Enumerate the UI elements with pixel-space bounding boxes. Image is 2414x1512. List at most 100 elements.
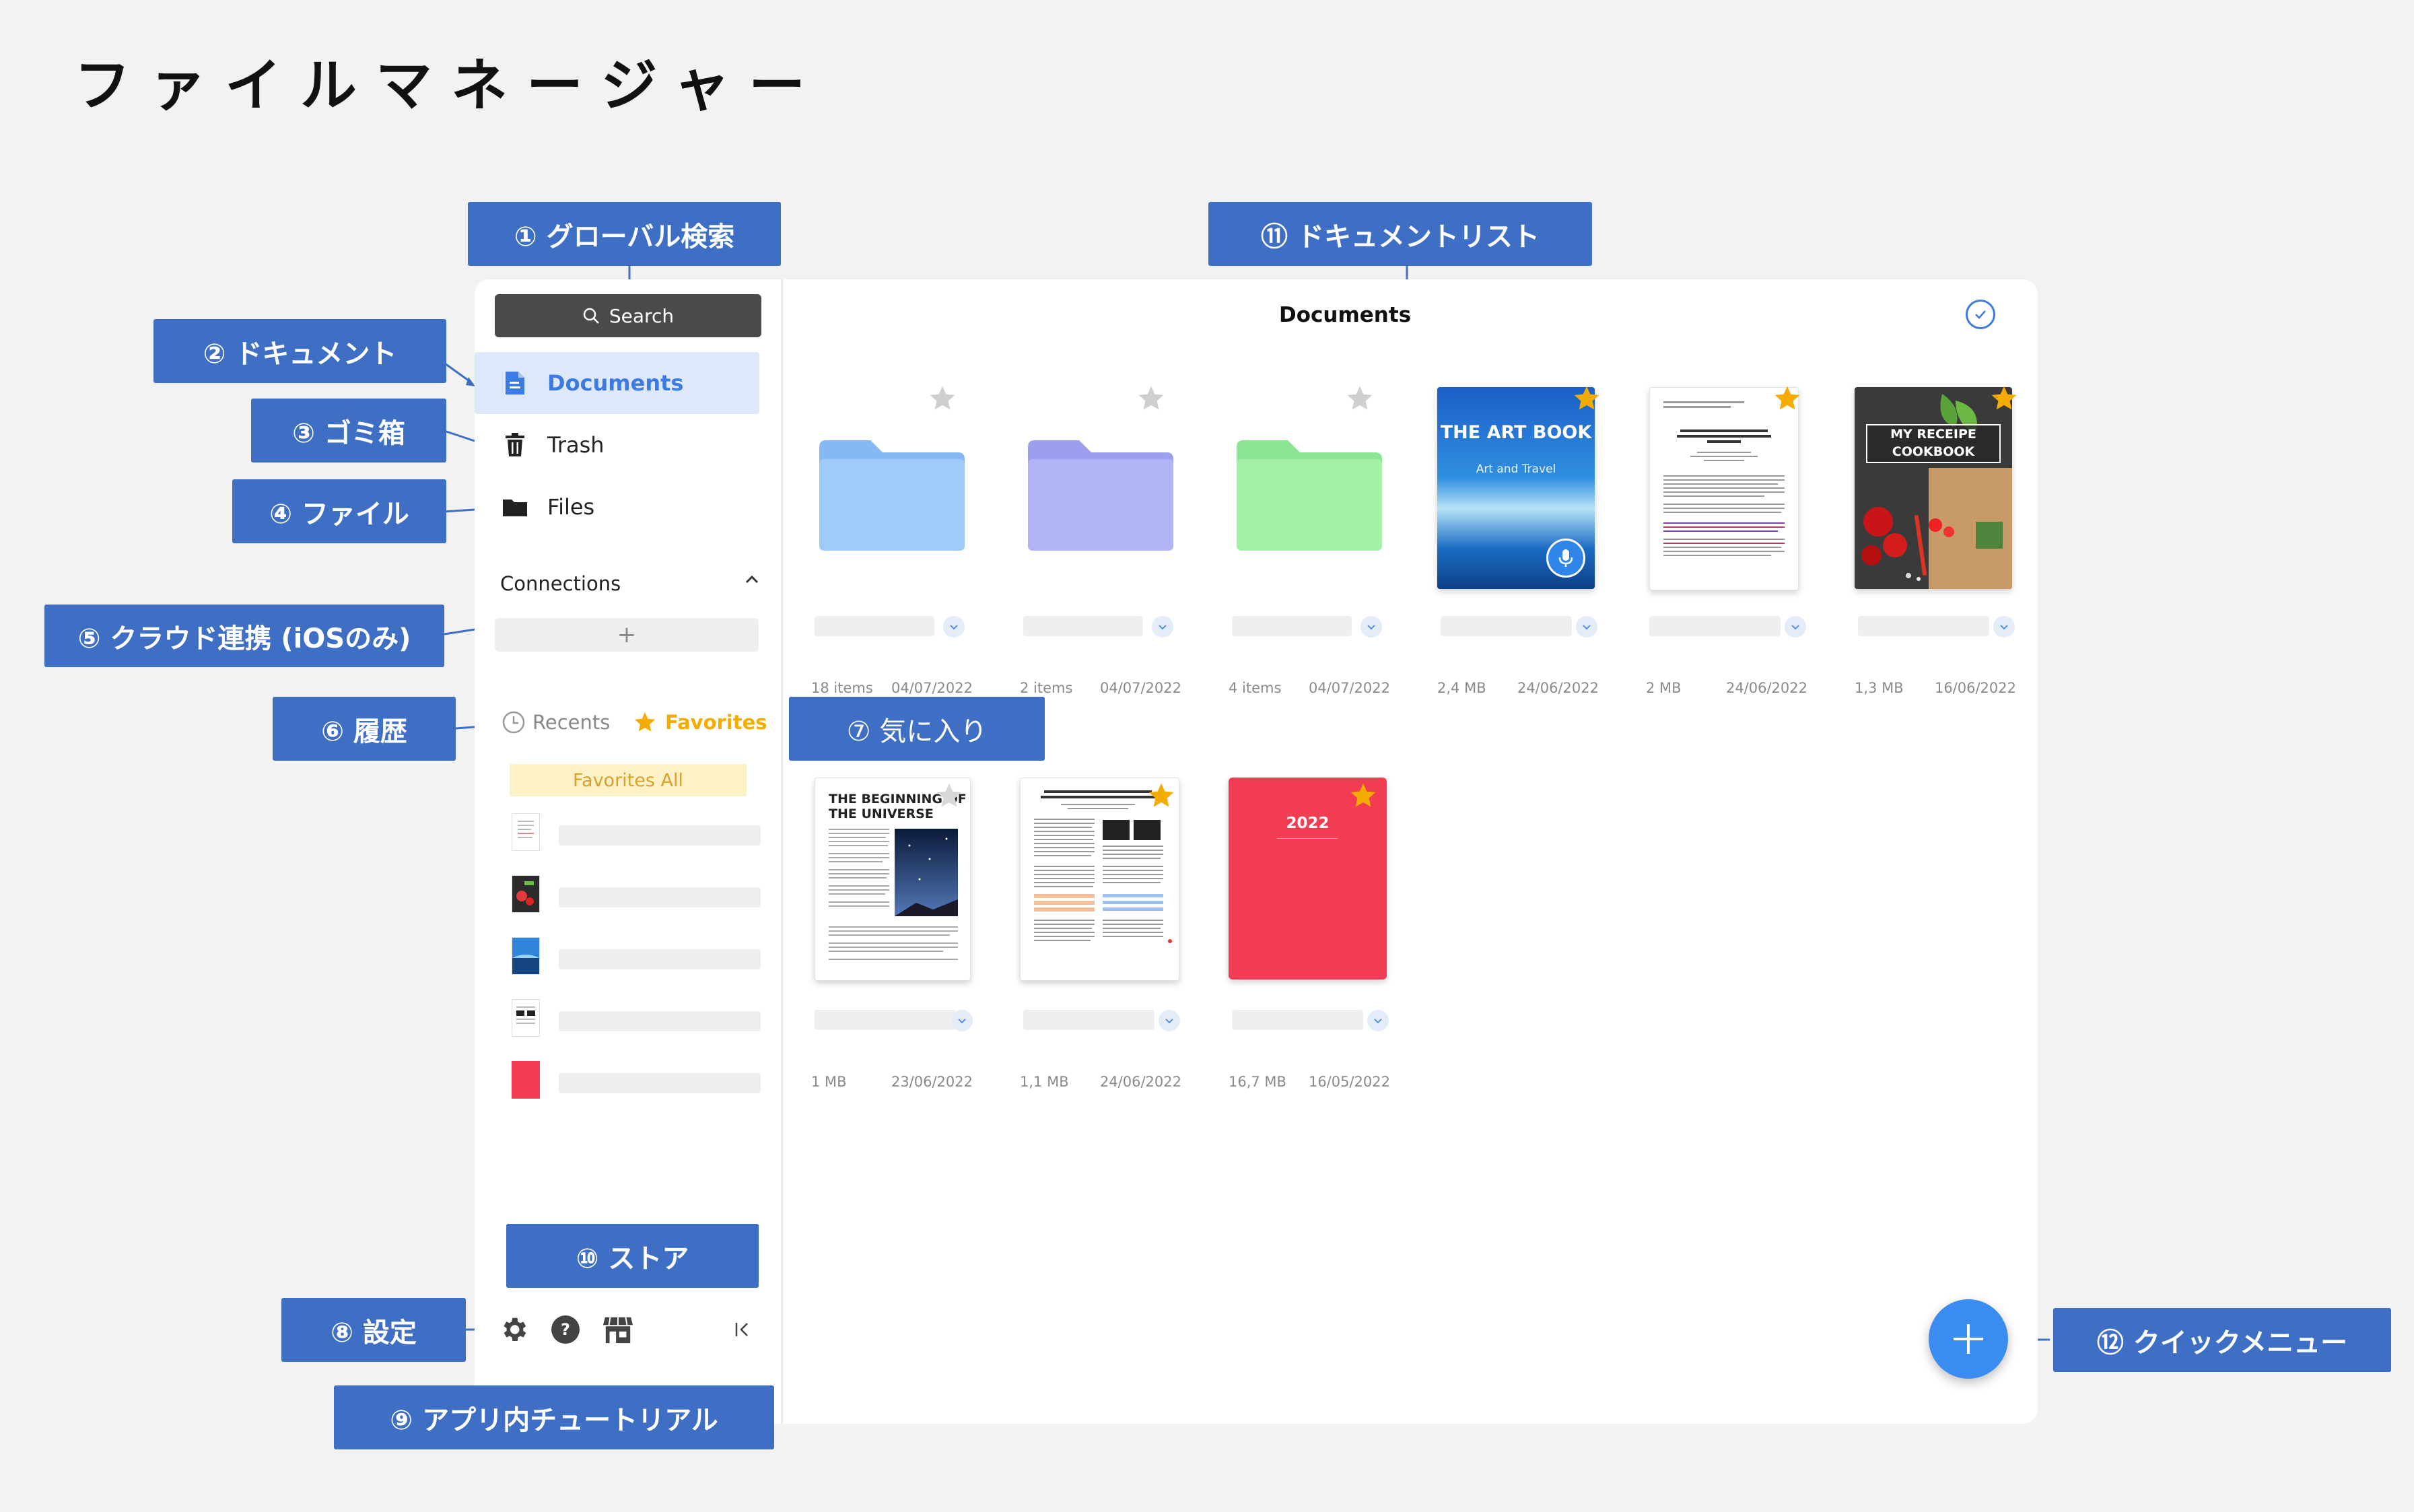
chevron-down-icon [950, 625, 958, 630]
callout-global-search: ① グローバル検索 [468, 202, 781, 266]
star-icon[interactable] [1989, 384, 2019, 413]
item-count: 2 items [1020, 680, 1073, 696]
chevron-down-icon [2000, 625, 2008, 630]
callout-trash: ③ ゴミ箱 [251, 399, 446, 462]
art-book-cover: THE ART BOOK Art and Travel [1437, 387, 1595, 589]
name-placeholder [1232, 616, 1352, 636]
star-icon[interactable] [1772, 384, 1802, 413]
recent-name-placeholder [559, 1073, 761, 1093]
folder-icon [502, 493, 528, 520]
document-tile[interactable]: 2022 16,7 MB 16/05/2022 [1222, 778, 1390, 1121]
document-tile[interactable]: 2 items 04/07/2022 [1013, 380, 1181, 724]
item-date: 16/05/2022 [1308, 1074, 1390, 1090]
file-size: 2,4 MB [1437, 680, 1486, 696]
name-placeholder [1649, 616, 1781, 636]
name-placeholder [815, 616, 934, 636]
item-options-button[interactable] [1159, 1010, 1180, 1031]
folder-thumbnail [819, 440, 965, 551]
file-size: 16,7 MB [1229, 1074, 1286, 1090]
sidebar-item-files[interactable]: Files [475, 476, 759, 538]
folder-thumbnail [1237, 440, 1382, 551]
callout-files: ④ ファイル [232, 479, 446, 543]
recent-name-placeholder [559, 1011, 761, 1031]
favorites-all-filter[interactable]: Favorites All [510, 764, 747, 796]
document-tile[interactable]: 4 items 04/07/2022 [1222, 380, 1390, 724]
document-tile[interactable]: THE BEGINNING OF THE UNIVERSE 1 MB 23/06… [804, 778, 973, 1121]
callout-favorites: ⑦ 気に入り [789, 697, 1045, 761]
star-icon[interactable] [1572, 384, 1601, 413]
star-icon[interactable] [934, 781, 964, 811]
document-tile[interactable]: MY RECEIPE COOKBOOK 1,3 MB 16/06/2022 [1848, 380, 2019, 724]
sidebar-item-label: Files [547, 494, 595, 520]
star-icon[interactable] [928, 384, 957, 413]
item-date: 24/06/2022 [1099, 1074, 1181, 1090]
item-options-button[interactable] [1360, 616, 1382, 638]
recent-thumbnail [512, 813, 540, 851]
plus-icon [1954, 1324, 1983, 1354]
document-tile[interactable]: 2 MB 24/06/2022 [1639, 380, 1807, 724]
name-placeholder [815, 1010, 956, 1030]
sidebar-item-trash[interactable]: Trash [475, 414, 759, 476]
search-icon [583, 308, 599, 324]
select-mode-button[interactable] [1966, 300, 1995, 329]
list-item[interactable] [512, 875, 762, 916]
name-placeholder [1023, 616, 1143, 636]
list-item[interactable] [512, 999, 762, 1039]
item-options-button[interactable] [1576, 616, 1597, 638]
recent-name-placeholder [559, 887, 761, 907]
clock-icon [502, 711, 525, 734]
quick-menu-button[interactable] [1929, 1299, 2008, 1379]
callout-quick-menu: ⑫ クイックメニュー [2053, 1308, 2391, 1372]
cover-title: THE ART BOOK [1440, 422, 1592, 443]
item-date: 04/07/2022 [1099, 680, 1181, 696]
microphone-icon [1558, 549, 1573, 567]
checkmark-icon [1975, 310, 1986, 319]
callout-tutorial: ⑨ アプリ内チュートリアル [334, 1385, 774, 1449]
star-icon[interactable] [1348, 781, 1378, 811]
page-title: ファイルマネージャー [74, 53, 825, 118]
item-options-button[interactable] [943, 616, 965, 638]
chevron-up-icon[interactable] [743, 570, 761, 589]
list-item[interactable] [512, 937, 762, 977]
paper-thumbnail [1649, 387, 1799, 590]
star-icon[interactable] [1146, 781, 1176, 811]
documents-title: Documents [1279, 303, 1412, 327]
global-search-button[interactable]: Search [495, 294, 761, 337]
tab-favorites-label: Favorites [665, 711, 767, 734]
item-options-button[interactable] [1367, 1010, 1389, 1031]
item-options-button[interactable] [1993, 616, 2015, 638]
item-options-button[interactable] [1785, 616, 1806, 638]
tab-favorites[interactable]: Favorites [633, 710, 767, 734]
notebook-title-underline [1277, 838, 1338, 839]
settings-button[interactable] [498, 1314, 529, 1345]
store-button[interactable] [602, 1314, 633, 1345]
sidebar-item-documents[interactable]: Documents [475, 352, 759, 414]
star-icon[interactable] [1345, 384, 1375, 413]
document-tile[interactable]: 18 items 04/07/2022 [804, 380, 973, 724]
document-icon [502, 370, 528, 397]
gear-icon [504, 1317, 526, 1342]
document-tile[interactable]: 1,1 MB 24/06/2022 [1013, 778, 1181, 1121]
add-connection-button[interactable]: + [495, 618, 759, 652]
document-tile[interactable]: THE ART BOOK Art and Travel 2,4 MB 24/06… [1430, 380, 1599, 724]
tab-recents[interactable]: Recents [502, 710, 610, 734]
star-icon[interactable] [1136, 384, 1166, 413]
callout-cloud-connections: ⑤ クラウド連携 (iOSのみ) [44, 605, 444, 667]
file-size: 1 MB [811, 1074, 847, 1090]
collapse-sidebar-button[interactable] [727, 1314, 758, 1345]
item-options-button[interactable] [1152, 616, 1173, 638]
list-item[interactable] [512, 1061, 762, 1101]
callout-document-list: ⑪ ドキュメントリスト [1208, 202, 1592, 266]
tutorial-button[interactable]: ? [550, 1314, 581, 1345]
chevron-down-icon [1165, 1019, 1173, 1024]
list-item[interactable] [512, 813, 762, 854]
name-placeholder [1232, 1010, 1363, 1030]
svg-text:?: ? [561, 1320, 570, 1339]
recent-name-placeholder [559, 949, 761, 969]
item-date: 24/06/2022 [1725, 680, 1807, 696]
callout-settings: ⑧ 設定 [281, 1298, 466, 1362]
item-options-button[interactable] [951, 1010, 973, 1031]
cookbook-cover: MY RECEIPE COOKBOOK [1855, 387, 2012, 589]
item-date: 16/06/2022 [1934, 680, 2016, 696]
trash-icon [502, 432, 528, 458]
